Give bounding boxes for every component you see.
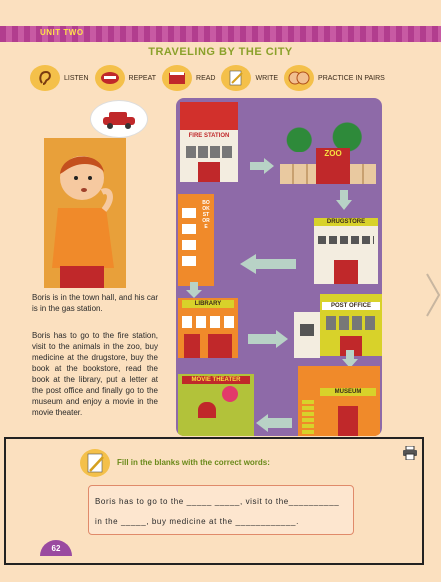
museum-sign: MUSEUM: [320, 388, 376, 396]
page-title: TRAVELING BY THE CITY: [148, 46, 293, 58]
boy-illustration: [44, 138, 126, 288]
legend-practice: PRACTICE IN PAIRS: [284, 65, 385, 91]
movie-theater-sign: MOVIE THEATER: [182, 376, 250, 384]
blank-line-2: in the _____, buy medicine at the ______…: [95, 517, 299, 526]
fire-station-sign: FIRE STATION: [188, 133, 230, 139]
city-map: FIRE STATION ZOO BOOKSTORE DRUGSTORE LIB…: [176, 98, 382, 436]
story-paragraph: Boris is in the town hall, and his car i…: [32, 293, 158, 313]
pencil-paper-icon: [221, 65, 252, 91]
bookstore-building: BOOKSTORE: [178, 194, 214, 286]
thought-bubble: [90, 100, 148, 138]
legend-write: WRITE: [221, 65, 278, 91]
legend-listen: LISTEN: [30, 65, 89, 91]
legend-label: READ: [196, 74, 216, 82]
arrow-left-icon: [240, 254, 296, 274]
arrow-left-icon: [256, 414, 292, 432]
exercise-instruction: Fill in the blanks with the correct word…: [117, 458, 270, 467]
legend-label: PRACTICE IN PAIRS: [318, 74, 385, 82]
drugstore-sign: DRUGSTORE: [314, 218, 378, 226]
fill-blank-box[interactable]: Boris has to go to the _____ _____, visi…: [88, 485, 354, 535]
car-icon: [103, 112, 135, 129]
movie-theater-building: MOVIE THEATER: [178, 374, 254, 436]
textbook-page: UNIT TWO TRAVELING BY THE CITY LISTEN RE…: [0, 0, 441, 582]
zoo-building: ZOO: [280, 122, 376, 184]
arrow-right-icon: [250, 158, 274, 174]
ear-icon: [30, 65, 60, 91]
pencil-paper-icon: [80, 449, 110, 477]
arrow-down-icon: [186, 282, 202, 298]
museum-building: MUSEUM: [298, 366, 380, 436]
pair-icon: [284, 65, 315, 91]
activity-legend: LISTEN REPEAT READ WRITE PRACTICE IN PAI…: [30, 64, 391, 92]
arrow-right-icon: [248, 330, 288, 348]
post-office-sign: POST OFFICE: [322, 302, 380, 310]
book-icon: [162, 65, 193, 91]
legend-repeat: REPEAT: [94, 65, 157, 91]
bookstore-sign: BOOKSTORE: [202, 200, 210, 230]
small-building: [294, 312, 320, 358]
story-paragraph: Boris has to go to the fire station, vis…: [32, 331, 158, 417]
fire-station-building: FIRE STATION: [180, 102, 238, 182]
library-sign: LIBRARY: [182, 300, 234, 308]
drugstore-building: DRUGSTORE: [314, 218, 378, 284]
arrow-down-icon: [336, 190, 352, 210]
post-office-building: POST OFFICE: [320, 294, 382, 356]
mouth-icon: [94, 65, 125, 91]
legend-label: LISTEN: [64, 74, 89, 82]
zoo-sign: ZOO: [324, 149, 342, 158]
legend-label: REPEAT: [128, 74, 157, 82]
chevron-right-icon[interactable]: [425, 270, 441, 320]
unit-label: UNIT TWO: [40, 28, 84, 37]
library-building: LIBRARY: [178, 298, 238, 358]
legend-label: WRITE: [255, 74, 279, 82]
blank-line-1: Boris has to go to the _____ _____, visi…: [95, 497, 340, 506]
legend-read: READ: [162, 65, 215, 91]
printer-icon[interactable]: [402, 445, 418, 461]
